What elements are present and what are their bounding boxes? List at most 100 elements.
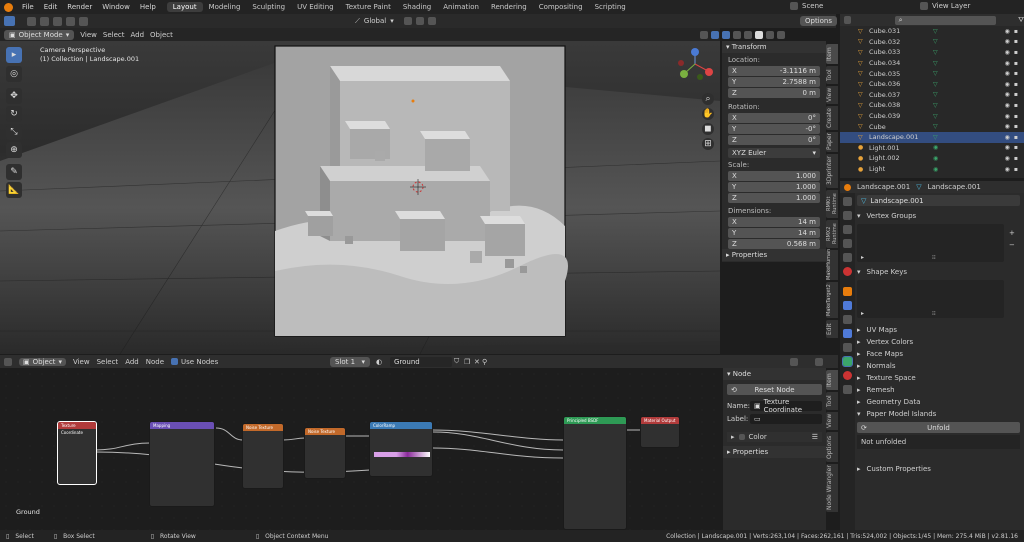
rotation-mode-select[interactable]: XYZ Euler ▾ <box>728 148 820 158</box>
shape-keys-header[interactable]: ▾ Shape Keys <box>857 266 1020 278</box>
tab-scripting[interactable]: Scripting <box>589 2 632 12</box>
visibility-eye-icon[interactable]: ◉ <box>1005 91 1010 98</box>
dimensions-z-field[interactable]: Z 0.568 m <box>728 239 820 249</box>
scale-tool-icon[interactable]: ⤡ <box>6 124 22 140</box>
tab-view[interactable]: View <box>826 86 838 104</box>
duplicate-material-icon[interactable]: ❐ <box>464 358 470 366</box>
drag-handle-icon[interactable]: ⁝⁝ <box>932 254 936 261</box>
node-noise-texture-1[interactable]: Noise Texture <box>242 423 284 489</box>
node-tab-tool[interactable]: Tool <box>826 392 838 410</box>
use-nodes-checkbox[interactable] <box>171 358 179 365</box>
slot-select[interactable]: Slot 1 ▾ <box>330 356 370 367</box>
transform-section-header[interactable]: ▾ Transform <box>722 41 826 53</box>
outliner-row[interactable]: ▽ Cube.032 ▽ ◉ ▪ <box>840 37 1024 48</box>
face-maps-header[interactable]: ▸ Face Maps <box>857 348 1020 360</box>
visibility-eye-icon[interactable]: ◉ <box>1005 28 1010 35</box>
vertex-groups-list[interactable]: ▸ ⁝⁝ <box>857 224 1004 262</box>
shading-rendered-icon[interactable] <box>777 30 785 39</box>
render-camera-icon[interactable]: ▪ <box>1014 155 1018 162</box>
gizmo-icon[interactable] <box>711 30 719 39</box>
tab-shading[interactable]: Shading <box>397 2 437 12</box>
location-x-field[interactable]: X -3.1116 m <box>728 66 820 76</box>
perspective-toggle-icon[interactable]: ⊞ <box>702 138 714 150</box>
tab-item[interactable]: Item <box>826 44 838 64</box>
select-new-icon[interactable] <box>27 16 36 26</box>
texture-tab-icon[interactable] <box>843 385 852 394</box>
select-invert-icon[interactable] <box>66 16 75 26</box>
render-camera-icon[interactable]: ▪ <box>1014 49 1018 56</box>
color-checkbox[interactable] <box>738 434 745 440</box>
render-camera-icon[interactable]: ▪ <box>1014 144 1018 151</box>
unfold-button[interactable]: ⟳ Unfold <box>857 422 1020 433</box>
menu-edit[interactable]: Edit <box>39 3 63 11</box>
visibility-eye-icon[interactable]: ◉ <box>1005 60 1010 67</box>
menu-file[interactable]: File <box>17 3 39 11</box>
overlay-icon[interactable] <box>722 30 730 39</box>
mesh-data-icon[interactable]: ▽ <box>933 134 938 141</box>
outliner-row[interactable]: ▽ Cube.039 ▽ ◉ ▪ <box>840 111 1024 122</box>
tab-edit[interactable]: Edit <box>826 320 838 338</box>
output-tab-icon[interactable] <box>843 225 852 234</box>
vertex-colors-header[interactable]: ▸ Vertex Colors <box>857 336 1020 348</box>
light-data-icon[interactable]: ◉ <box>933 166 938 173</box>
select-tool-icon[interactable]: ▸ <box>6 47 22 63</box>
tab-create[interactable]: Create <box>826 106 838 130</box>
add-vertex-group-icon[interactable]: + <box>1009 229 1015 237</box>
measure-tool-icon[interactable]: 📐 <box>6 182 22 198</box>
visibility-icon[interactable] <box>700 30 708 39</box>
mesh-data-icon[interactable]: ▽ <box>933 113 938 120</box>
render-camera-icon[interactable]: ▪ <box>1014 70 1018 77</box>
select-extend-icon[interactable] <box>40 16 49 26</box>
tab-makehuman[interactable]: MakeHuman <box>826 249 838 280</box>
tab-compositing[interactable]: Compositing <box>533 2 589 12</box>
color-ramp-bar[interactable] <box>374 452 430 457</box>
visibility-eye-icon[interactable]: ◉ <box>1005 144 1010 151</box>
fake-user-icon[interactable]: ⛉ <box>454 357 459 366</box>
node-overlay-icon[interactable] <box>790 357 798 366</box>
scene-selector[interactable]: Scene <box>790 2 902 10</box>
render-camera-icon[interactable]: ▪ <box>1014 28 1018 35</box>
node-texture-coordinate[interactable]: Texture Coordinate <box>57 421 97 485</box>
shading-wire-icon[interactable] <box>744 30 752 39</box>
tab-sculpting[interactable]: Sculpting <box>246 2 291 12</box>
mesh-data-icon[interactable]: ▽ <box>933 60 938 67</box>
light-data-icon[interactable]: ◉ <box>933 155 938 162</box>
data-tab-icon[interactable] <box>842 356 853 367</box>
node-label-input[interactable]: ▭ <box>750 414 822 424</box>
node-menu-node[interactable]: Node <box>146 358 164 366</box>
visibility-eye-icon[interactable]: ◉ <box>1005 102 1010 109</box>
mesh-data-icon[interactable]: ▽ <box>933 49 938 56</box>
transform-orientation[interactable]: ⟋ Global ▾ <box>355 17 436 26</box>
visibility-eye-icon[interactable]: ◉ <box>1005 70 1010 77</box>
constraints-tab-icon[interactable] <box>843 343 852 352</box>
outliner-row[interactable]: ▽ Cube.033 ▽ ◉ ▪ <box>840 47 1024 58</box>
outliner-row[interactable]: ● Light.002 ◉ ◉ ▪ <box>840 153 1024 164</box>
blender-logo-icon[interactable] <box>4 2 13 12</box>
scale-x-field[interactable]: X 1.000 <box>728 171 820 181</box>
zoom-icon[interactable]: ⌕ <box>702 93 714 105</box>
visibility-eye-icon[interactable]: ◉ <box>1005 166 1010 173</box>
rotate-tool-icon[interactable]: ↻ <box>6 106 22 122</box>
node-tab-node-wrangler[interactable]: Node Wrangler <box>826 464 838 512</box>
geometry-data-header[interactable]: ▸ Geometry Data <box>857 396 1020 408</box>
render-camera-icon[interactable]: ▪ <box>1014 102 1018 109</box>
outliner-row[interactable]: ● Light.001 ◉ ◉ ▪ <box>840 143 1024 154</box>
rotation-x-field[interactable]: X 0° <box>728 113 820 123</box>
render-camera-icon[interactable]: ▪ <box>1014 81 1018 88</box>
remove-vertex-group-icon[interactable]: − <box>1009 241 1015 249</box>
uv-maps-header[interactable]: ▸ UV Maps <box>857 324 1020 336</box>
properties-section-header[interactable]: ▸ Properties <box>722 249 826 261</box>
cursor-tool-icon[interactable]: ◎ <box>6 66 22 82</box>
particles-tab-icon[interactable] <box>843 315 852 324</box>
light-data-icon[interactable]: ◉ <box>933 144 938 151</box>
reset-node-button[interactable]: ⟲ Reset Node <box>727 384 822 395</box>
tab-layout[interactable]: Layout <box>166 2 203 12</box>
view-layer-selector[interactable]: View Layer <box>920 2 970 10</box>
select-subtract-icon[interactable] <box>53 16 62 26</box>
3d-viewport[interactable]: Camera Perspective (1) Collection | Land… <box>0 41 720 354</box>
annotate-tool-icon[interactable]: ✎ <box>6 164 22 180</box>
visibility-eye-icon[interactable]: ◉ <box>1005 155 1010 162</box>
texture-space-header[interactable]: ▸ Texture Space <box>857 372 1020 384</box>
dimensions-y-field[interactable]: Y 14 m <box>728 228 820 238</box>
node-properties-header[interactable]: ▸ Properties <box>723 446 826 458</box>
